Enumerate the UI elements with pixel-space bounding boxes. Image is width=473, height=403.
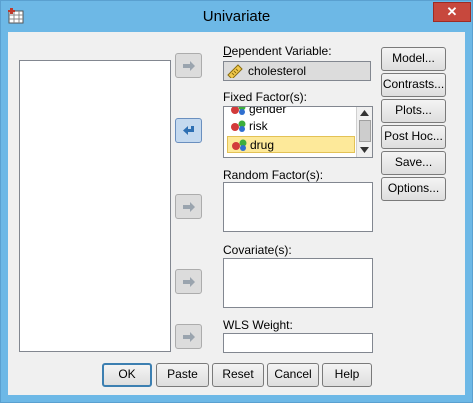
list-item-label: gender bbox=[249, 106, 287, 116]
save-button[interactable]: Save... bbox=[381, 151, 446, 175]
fixed-factors-list[interactable]: gender risk drug bbox=[223, 106, 373, 158]
move-random-factor-button[interactable] bbox=[175, 194, 202, 219]
random-factors-list[interactable] bbox=[223, 182, 373, 232]
covariates-list[interactable] bbox=[223, 258, 373, 308]
ok-button[interactable]: OK bbox=[102, 363, 152, 387]
window-title: Univariate bbox=[202, 8, 271, 25]
move-wls-weight-button[interactable] bbox=[175, 324, 202, 349]
move-covariate-button[interactable] bbox=[175, 269, 202, 294]
move-right-arrow-icon bbox=[183, 332, 195, 342]
dependent-variable-label: Dependent Variable: bbox=[223, 44, 332, 58]
contrasts-button[interactable]: Contrasts... bbox=[381, 73, 446, 97]
list-item-risk[interactable]: risk bbox=[227, 118, 355, 135]
help-button[interactable]: Help bbox=[322, 363, 372, 387]
list-item-drug[interactable]: drug bbox=[227, 136, 355, 153]
random-factors-label-text: Random Factor(s): bbox=[223, 168, 324, 182]
fixed-factors-label: Fixed Factor(s): bbox=[223, 90, 308, 104]
move-right-arrow-icon bbox=[183, 277, 195, 287]
move-fixed-factor-button[interactable] bbox=[175, 118, 202, 143]
reset-button[interactable]: Reset bbox=[212, 363, 264, 387]
wls-weight-field[interactable] bbox=[223, 333, 373, 353]
dialog-body: Dependent Variable: cholesterol Fixed Fa… bbox=[8, 32, 465, 395]
scroll-down-icon[interactable] bbox=[360, 147, 369, 153]
fixed-factors-scrollbar[interactable] bbox=[356, 107, 372, 157]
title-bar[interactable]: Univariate ✕ bbox=[1, 1, 472, 32]
nominal-balls-icon bbox=[231, 120, 246, 132]
close-button[interactable]: ✕ bbox=[433, 2, 471, 22]
covariates-label: Covariate(s): bbox=[223, 243, 292, 257]
list-item-label: risk bbox=[249, 119, 268, 133]
move-right-arrow-icon bbox=[183, 61, 195, 71]
dependent-variable-field[interactable]: cholesterol bbox=[223, 61, 371, 81]
paste-button[interactable]: Paste bbox=[156, 363, 209, 387]
model-button[interactable]: Model... bbox=[381, 47, 446, 71]
cancel-button[interactable]: Cancel bbox=[267, 363, 319, 387]
scroll-thumb[interactable] bbox=[359, 120, 371, 142]
random-factors-label: Random Factor(s): bbox=[223, 168, 323, 182]
source-variable-list[interactable] bbox=[19, 60, 171, 352]
univariate-dialog: Univariate ✕ Dependent Variable: cholest… bbox=[0, 0, 473, 403]
nominal-balls-icon bbox=[232, 139, 247, 151]
dependent-variable-value: cholesterol bbox=[248, 64, 307, 78]
nominal-balls-icon bbox=[231, 107, 246, 115]
list-item-label: drug bbox=[250, 138, 275, 152]
move-dependent-button[interactable] bbox=[175, 53, 202, 78]
move-right-arrow-icon bbox=[183, 202, 195, 212]
list-item-gender[interactable]: gender bbox=[227, 106, 355, 118]
plots-button[interactable]: Plots... bbox=[381, 99, 446, 123]
ruler-scale-icon bbox=[227, 64, 243, 78]
covariates-label-text: Covariate(s): bbox=[223, 243, 292, 257]
wls-weight-label: WLS Weight: bbox=[223, 318, 293, 332]
scroll-up-icon[interactable] bbox=[360, 110, 369, 116]
options-button[interactable]: Options... bbox=[381, 177, 446, 201]
post-hoc-button[interactable]: Post Hoc... bbox=[381, 125, 446, 149]
dependent-variable-label-rest: ependent Variable: bbox=[231, 44, 332, 58]
move-left-arrow-icon bbox=[183, 126, 194, 135]
